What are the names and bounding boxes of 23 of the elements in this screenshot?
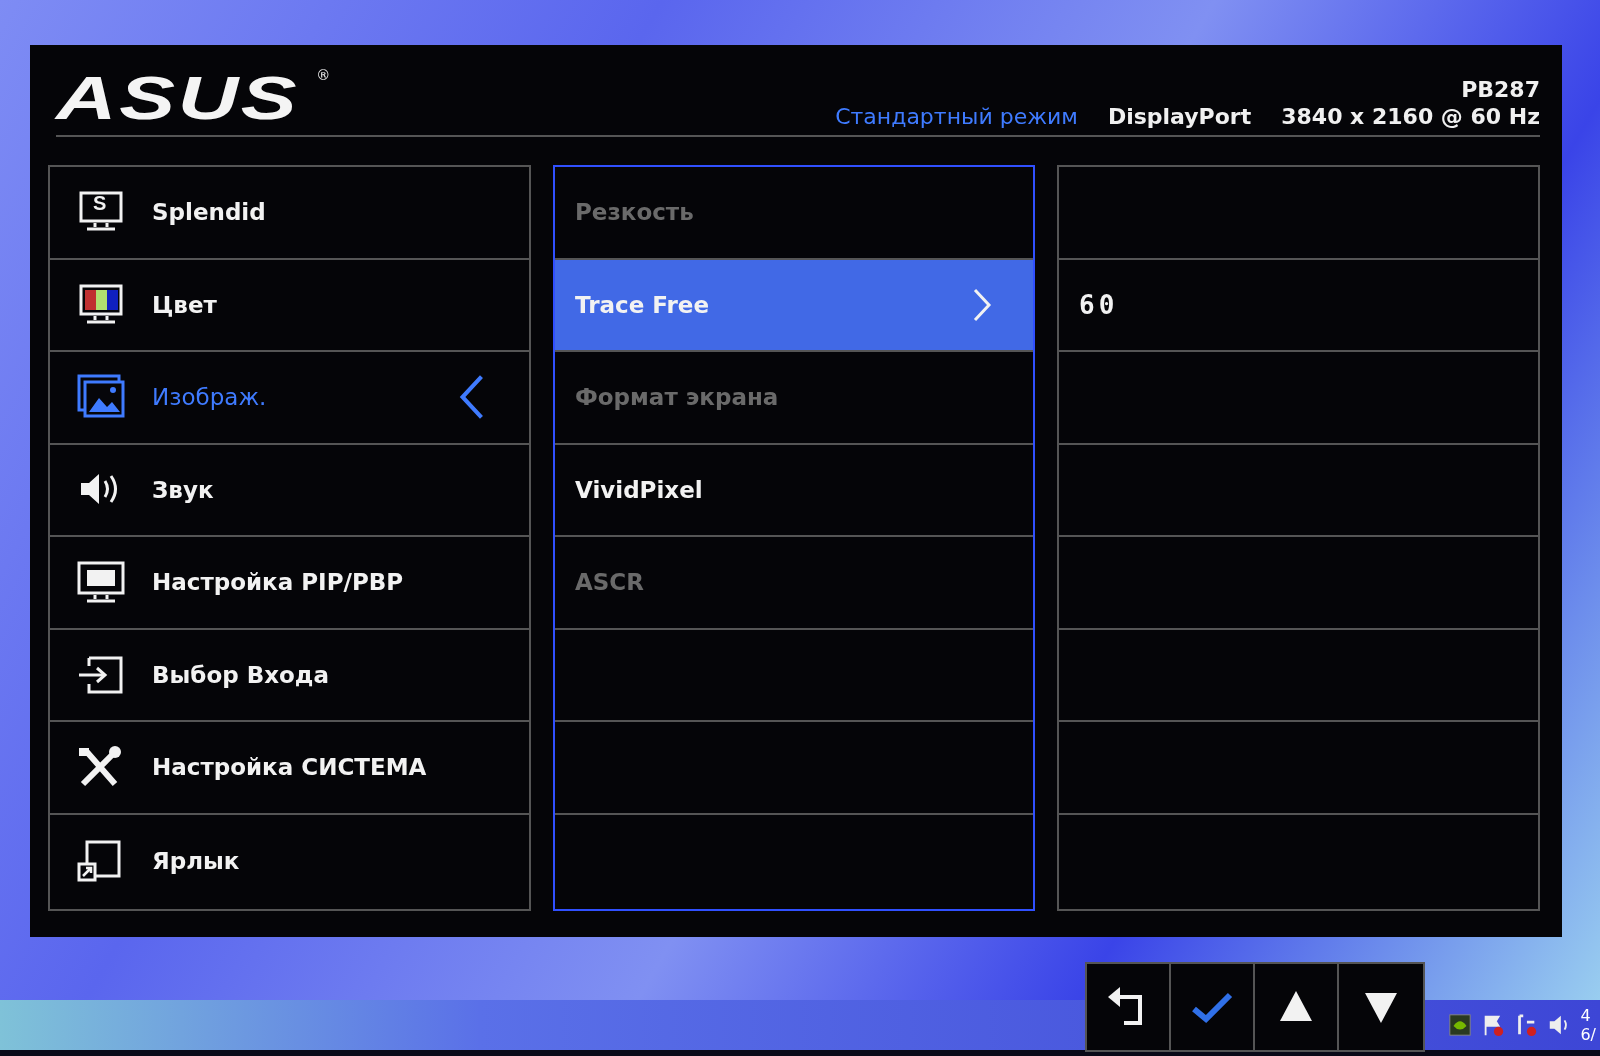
menu-item[interactable]: S Splendid bbox=[50, 167, 529, 260]
chevron-right-icon bbox=[971, 287, 993, 322]
model-name: PB287 bbox=[1461, 77, 1540, 102]
submenu-item[interactable]: Trace Free bbox=[555, 259, 1033, 352]
menu-item[interactable]: Цвет bbox=[50, 259, 529, 352]
brand-logo: ASUS bbox=[56, 67, 300, 129]
input-label: DisplayPort bbox=[1107, 104, 1252, 129]
menu-item[interactable]: Ярлык bbox=[50, 814, 529, 907]
menu-item[interactable]: Настройка PIP/PBP bbox=[50, 537, 529, 630]
clock-time: 4 bbox=[1580, 1005, 1592, 1025]
clock-date: 6/ bbox=[1580, 1025, 1596, 1045]
icon-letter: S bbox=[93, 193, 107, 214]
mode-label: Стандартный режим bbox=[835, 104, 1078, 129]
menu-item[interactable]: Выбор Входа bbox=[50, 629, 529, 722]
menu-item[interactable]: Звук bbox=[50, 444, 529, 537]
setting-value: 60 bbox=[1078, 289, 1119, 320]
graphics-tray-icon[interactable] bbox=[1448, 1013, 1473, 1037]
menu-item[interactable]: Изображ. bbox=[50, 352, 529, 445]
submenu-item[interactable]: VividPixel bbox=[555, 444, 1033, 537]
menu-item[interactable]: Настройка СИСТЕМА bbox=[50, 722, 529, 815]
registered-mark: ® bbox=[316, 67, 331, 83]
resolution-label: 3840 x 2160 @ 60 Hz bbox=[1281, 104, 1540, 129]
clock[interactable]: 4 6/ bbox=[1580, 1005, 1600, 1045]
